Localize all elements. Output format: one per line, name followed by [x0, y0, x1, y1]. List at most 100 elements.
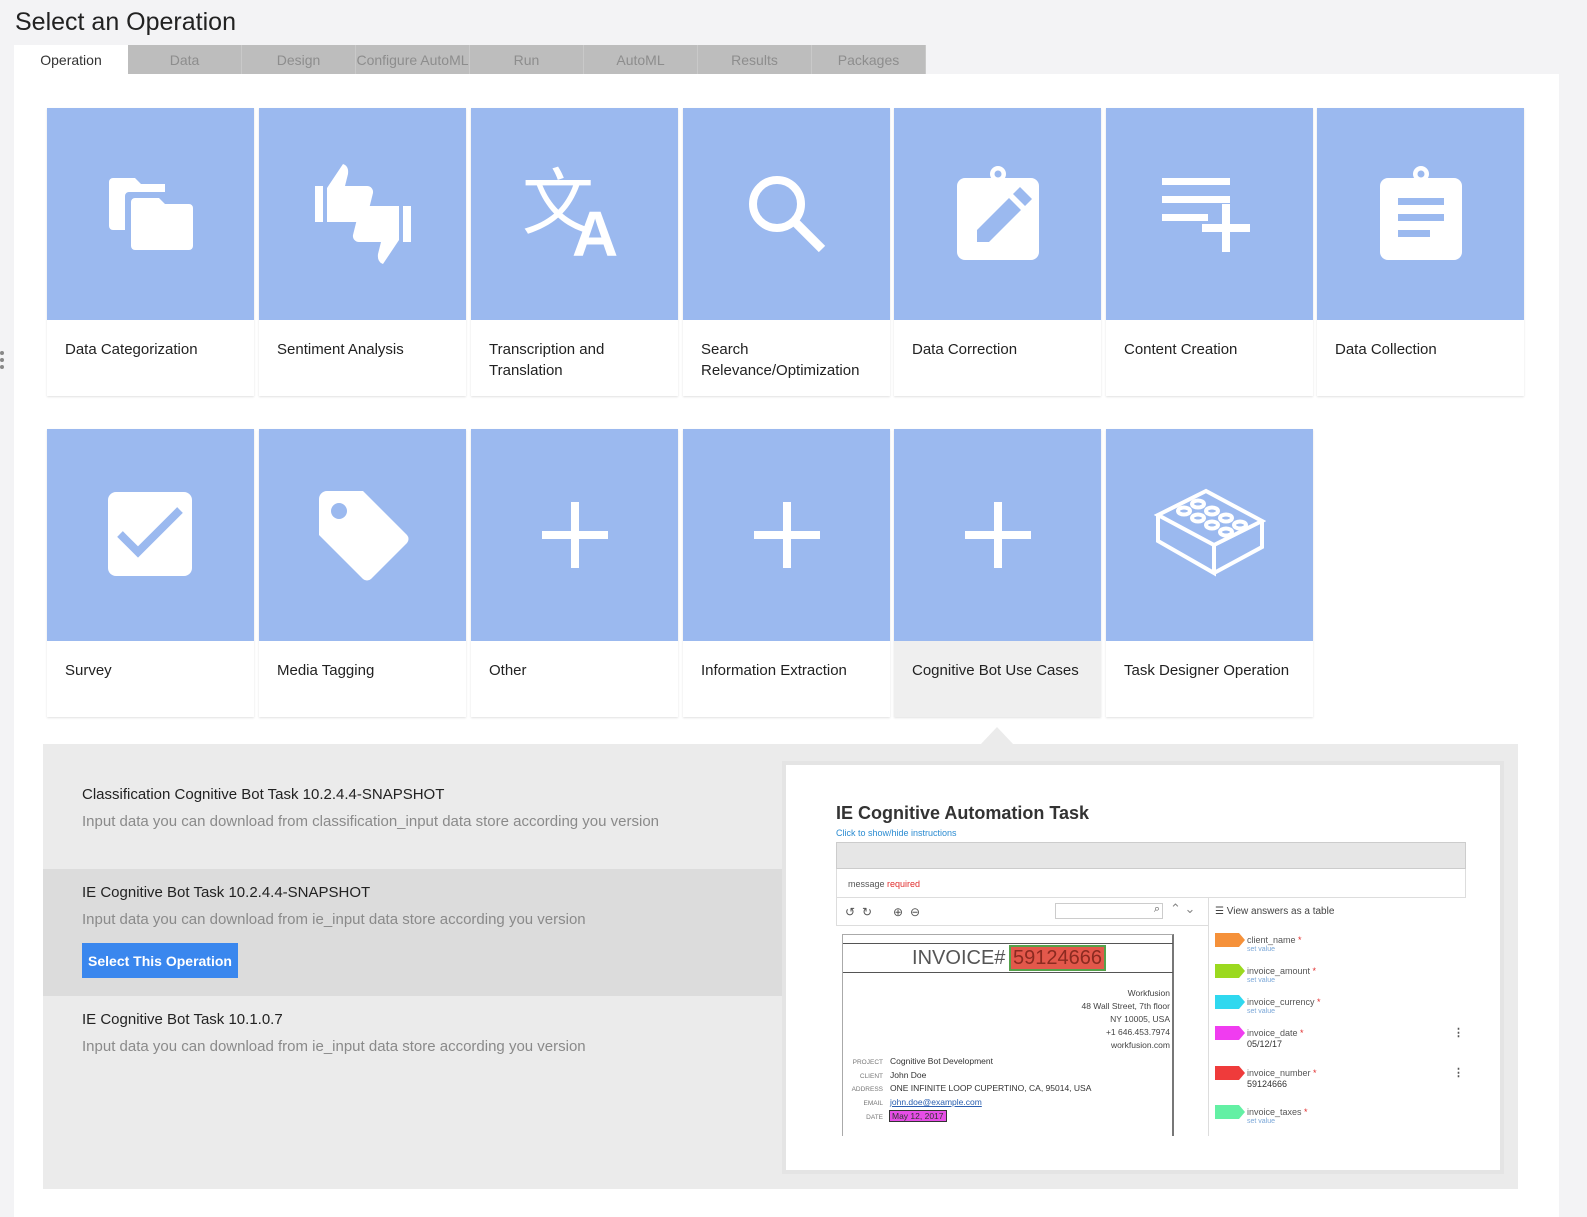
preview-message: message required — [836, 869, 1466, 898]
folders-icon — [108, 178, 193, 250]
operation-card-survey[interactable]: Survey — [47, 429, 254, 717]
thumbs-icon — [314, 164, 411, 264]
invoice-row: DATE May 12, 2017 — [866, 1110, 947, 1122]
field-name: invoice_taxes — [1247, 1107, 1302, 1117]
sub-operation-title: IE Cognitive Bot Task 10.1.0.7 — [82, 1011, 283, 1028]
operation-label: Search Relevance/Optimization — [701, 341, 860, 379]
selection-pointer — [981, 727, 1013, 744]
tag-color-swatch — [1215, 1066, 1245, 1080]
plus-icon — [541, 502, 608, 568]
operation-card-search-relevance[interactable]: Search Relevance/Optimization — [683, 108, 890, 396]
tab-design[interactable]: Design — [242, 45, 356, 74]
playlist-add-icon — [1161, 178, 1250, 252]
address-line: NY 10005, USA — [1110, 1014, 1170, 1024]
operation-card-sentiment-analysis[interactable]: Sentiment Analysis — [259, 108, 466, 396]
address-line: +1 646.453.7974 — [1105, 1027, 1170, 1037]
sub-operation-description: Input data you can download from classif… — [82, 813, 660, 830]
plus-icon — [964, 502, 1031, 568]
field-name: invoice_amount — [1247, 966, 1311, 976]
field-value: 59124666 — [1247, 1079, 1288, 1089]
panel-drag-handle[interactable] — [0, 351, 6, 373]
svg-text:A: A — [572, 198, 618, 264]
operation-card-cognitive-bot-use-cases[interactable]: Cognitive Bot Use Cases — [894, 429, 1101, 717]
list-icon: ☰ — [1215, 906, 1227, 917]
operation-label: Task Designer Operation — [1124, 662, 1290, 679]
preview-side-header: View answers as a table — [1226, 906, 1335, 917]
tab-packages[interactable]: Packages — [812, 45, 926, 74]
translate-icon: 文 A — [522, 164, 618, 264]
invoice-row: EMAIL john.doe@example.com — [863, 1097, 982, 1107]
tab-operation[interactable]: Operation — [14, 45, 128, 74]
field-set-value: set value — [1247, 1118, 1276, 1125]
operation-card-task-designer[interactable]: Task Designer Operation — [1106, 429, 1313, 717]
sub-operation-title: IE Cognitive Bot Task 10.2.4.4-SNAPSHOT — [82, 884, 371, 901]
field-value: 05/12/17 — [1247, 1039, 1283, 1049]
operation-card-other[interactable]: Other — [471, 429, 678, 717]
tag-color-swatch — [1215, 1026, 1245, 1040]
sub-operation-title: Classification Cognitive Bot Task 10.2.4… — [82, 786, 445, 803]
operation-card-content-creation[interactable]: Content Creation — [1106, 108, 1313, 396]
sub-operation-description: Input data you can download from ie_inpu… — [82, 1038, 586, 1055]
invoice-document: INVOICE# 59124666 Workfusion 48 Wall Str… — [842, 934, 1174, 1136]
more-vert-icon: ⋮ — [1453, 1027, 1464, 1039]
search-icon — [748, 176, 825, 253]
preview-message-label: message — [848, 879, 885, 889]
tag-icon — [318, 491, 409, 581]
operation-label: Cognitive Bot Use Cases — [912, 662, 1079, 679]
sub-operation-item-active[interactable]: IE Cognitive Bot Task 10.2.4.4-SNAPSHOT … — [43, 869, 783, 996]
invoice-row: ADDRESS ONE INFINITE LOOP CUPERTINO, CA, … — [851, 1083, 1092, 1093]
sub-operation-description: Input data you can download from ie_inpu… — [82, 911, 586, 928]
operation-card-media-tagging[interactable]: Media Tagging — [259, 429, 466, 717]
zoom-out-icon: ⊖ — [910, 905, 921, 919]
preview-toolbar: ↺ ↻ ⊕ ⊖ ⌕ ⌃ ⌄ — [836, 898, 1208, 926]
operation-card-transcription-translation[interactable]: 文 A Transcription and Translation — [471, 108, 678, 396]
operation-label: Media Tagging — [277, 662, 375, 679]
operation-card-data-correction[interactable]: Data Correction — [894, 108, 1101, 396]
operation-label: Other — [489, 662, 527, 679]
clipboard-edit-icon — [956, 166, 1039, 260]
invoice-heading: INVOICE# 59124666 — [843, 943, 1173, 973]
select-operation-button[interactable]: Select This Operation — [82, 943, 238, 978]
tab-data[interactable]: Data — [128, 45, 242, 74]
preview-answers-panel: ☰ View answers as a table client_name * … — [1208, 898, 1466, 1136]
plus-icon — [753, 502, 820, 568]
tab-results[interactable]: Results — [698, 45, 812, 74]
zoom-in-icon: ⊕ — [893, 905, 904, 919]
operation-label: Sentiment Analysis — [277, 341, 404, 358]
invoice-row: PROJECT Cognitive Bot Development — [852, 1056, 994, 1066]
chevron-up-down-icon: ⌃ ⌄ — [1170, 901, 1196, 916]
tag-color-swatch — [1215, 964, 1245, 978]
task-preview: IE Cognitive Automation Task Click to sh… — [782, 761, 1504, 1174]
invoice-row: CLIENT John Doe — [859, 1070, 927, 1080]
tab-run[interactable]: Run — [470, 45, 584, 74]
undo-icon: ↺ — [845, 905, 856, 919]
operation-card-data-categorization[interactable]: Data Categorization — [47, 108, 254, 396]
invoice-address: Workfusion 48 Wall Street, 7th floor NY … — [1081, 987, 1170, 1052]
invoice-heading-label: INVOICE# — [912, 947, 1006, 969]
tab-automl[interactable]: AutoML — [584, 45, 698, 74]
invoice-number-highlight: 59124666 — [1008, 945, 1106, 971]
sub-operation-item[interactable]: Classification Cognitive Bot Task 10.2.4… — [43, 786, 783, 866]
operation-card-data-collection[interactable]: Data Collection — [1317, 108, 1524, 396]
operation-label: Transcription and Translation — [489, 341, 605, 379]
field-name: invoice_currency — [1247, 997, 1315, 1007]
field-name: client_name — [1247, 935, 1296, 945]
sub-operation-item[interactable]: IE Cognitive Bot Task 10.1.0.7 Input dat… — [43, 1011, 783, 1071]
operation-label: Content Creation — [1124, 341, 1238, 358]
preview-instructions-link: Click to show/hide instructions — [836, 828, 957, 838]
field-set-value: set value — [1247, 946, 1276, 953]
operation-label: Information Extraction — [701, 662, 847, 679]
redo-icon: ↻ — [862, 905, 873, 919]
operation-label: Data Correction — [912, 341, 1018, 358]
tag-color-swatch — [1215, 933, 1245, 947]
tab-configure-automl[interactable]: Configure AutoML — [356, 45, 470, 74]
preview-table-view-toggle: ☰ View answers as a table — [1215, 906, 1334, 917]
search-icon: ⌕ — [1153, 903, 1160, 915]
field-set-value: set value — [1247, 1008, 1276, 1015]
checkbox-icon — [107, 492, 192, 576]
field-set-value: set value — [1247, 977, 1276, 984]
operation-card-information-extraction[interactable]: Information Extraction — [683, 429, 890, 717]
more-vert-icon: ⋮ — [1453, 1067, 1464, 1079]
field-name: invoice_date — [1247, 1028, 1298, 1038]
operation-label: Data Categorization — [65, 341, 198, 358]
